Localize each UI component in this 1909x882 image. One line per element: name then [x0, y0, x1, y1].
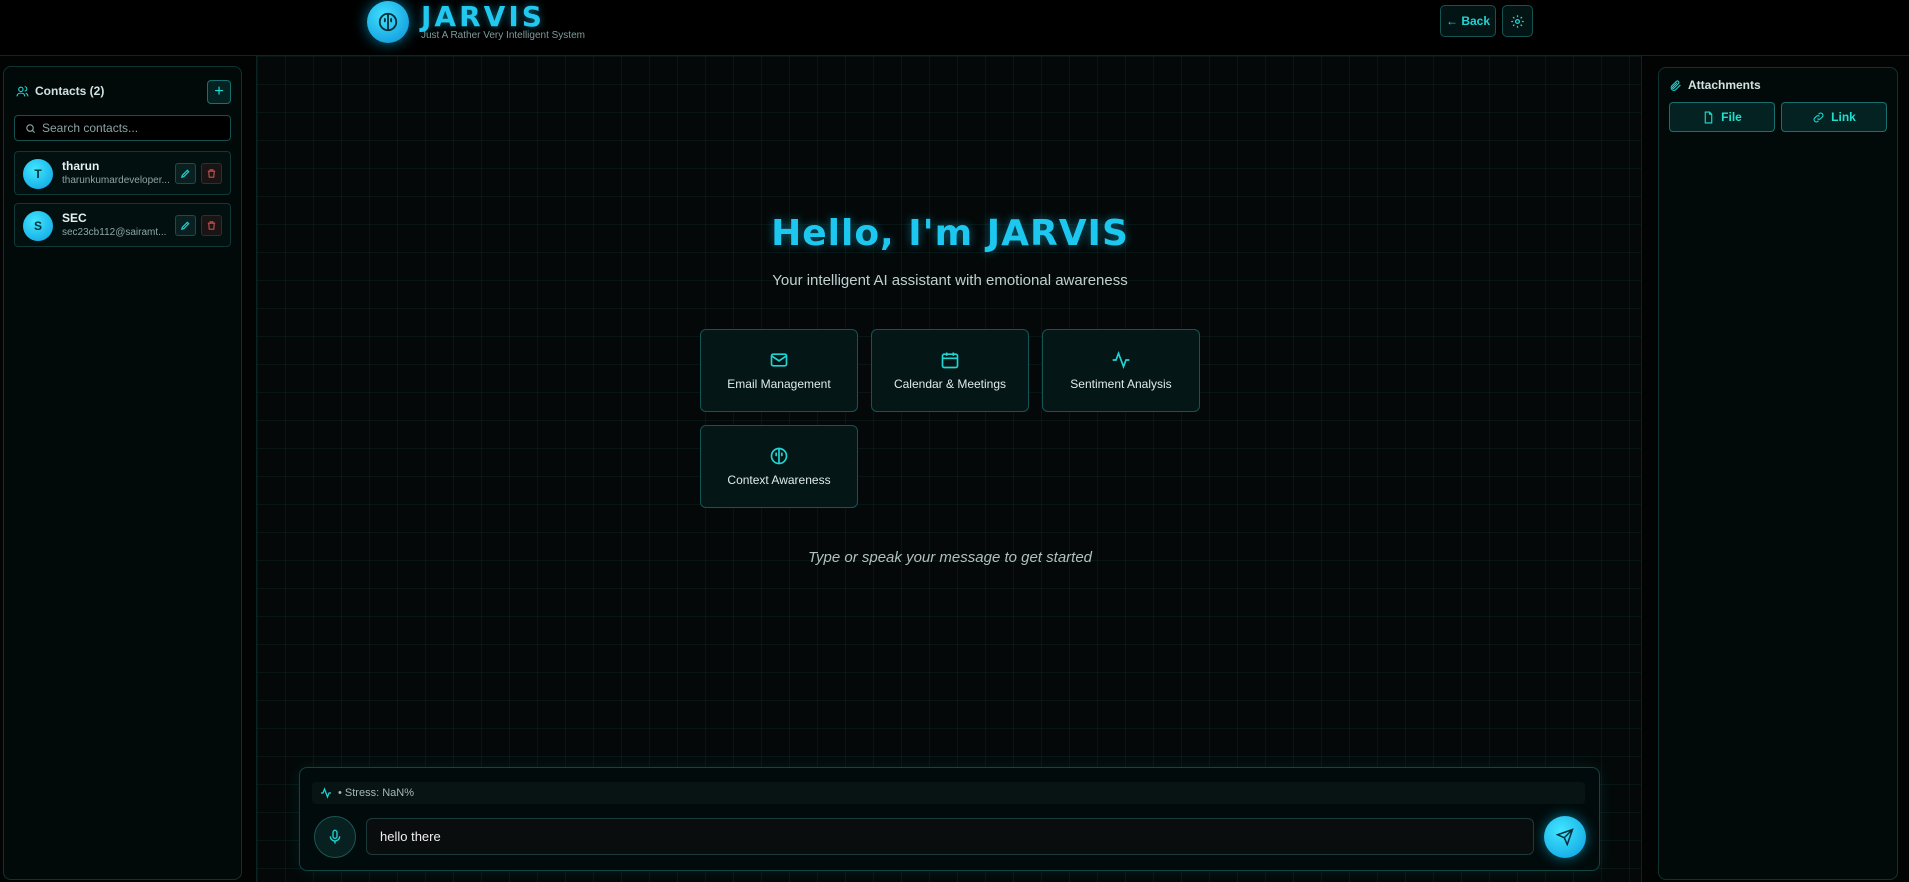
search-icon — [26, 123, 36, 133]
send-icon — [1556, 828, 1574, 846]
trash-icon — [207, 169, 216, 178]
brain-icon — [367, 1, 409, 43]
contact-email: tharunkumardeveloper... — [62, 175, 170, 186]
contacts-header: Contacts (2) — [16, 84, 104, 98]
stress-indicator: • Stress: NaN% — [312, 782, 1585, 804]
top-header: JARVIS Just A Rather Very Intelligent Sy… — [0, 0, 1909, 56]
activity-icon — [1112, 350, 1130, 370]
send-button[interactable] — [1544, 816, 1586, 858]
gear-icon — [1511, 14, 1524, 28]
message-composer: • Stress: NaN% — [299, 767, 1600, 871]
contacts-title: Contacts (2) — [35, 84, 105, 98]
app-title: JARVIS — [421, 0, 545, 33]
search-input[interactable] — [42, 121, 222, 135]
pencil-icon — [181, 169, 190, 178]
feature-label: Sentiment Analysis — [1070, 377, 1172, 391]
prompt-hint: Type or speak your message to get starte… — [807, 549, 1093, 566]
back-button[interactable]: ← Back — [1440, 5, 1496, 37]
tagline: Your intelligent AI assistant with emoti… — [772, 272, 1128, 289]
stress-text: • Stress: NaN% — [338, 787, 414, 799]
feature-label: Email Management — [727, 377, 831, 391]
message-input[interactable] — [366, 818, 1534, 855]
feature-label: Context Awareness — [727, 473, 831, 487]
calendar-icon — [941, 352, 959, 369]
microphone-icon — [329, 829, 341, 844]
delete-contact-button[interactable] — [201, 163, 222, 184]
feature-label: Calendar & Meetings — [893, 377, 1007, 391]
attach-link-button[interactable]: Link — [1781, 102, 1887, 132]
greeting-heading: Hello, I'm JARVIS — [771, 213, 1129, 254]
edit-contact-button[interactable] — [175, 163, 196, 184]
chat-area — [256, 56, 1642, 882]
feature-card-context[interactable]: Context Awareness — [700, 425, 858, 508]
attach-file-button[interactable]: File — [1669, 102, 1775, 132]
settings-button[interactable] — [1502, 5, 1533, 37]
file-label: File — [1721, 110, 1742, 124]
brain-icon — [770, 447, 788, 465]
link-label: Link — [1831, 110, 1856, 124]
users-icon — [16, 85, 29, 96]
app-subtitle: Just A Rather Very Intelligent System — [421, 30, 585, 41]
contact-item[interactable]: T tharun tharunkumardeveloper... — [14, 151, 231, 195]
contact-search[interactable] — [14, 115, 231, 141]
feature-card-email[interactable]: Email Management — [700, 329, 858, 412]
attachments-panel: Attachments File Link — [1658, 67, 1898, 880]
contact-name: tharun — [62, 159, 100, 173]
feature-card-sentiment[interactable]: Sentiment Analysis — [1042, 329, 1200, 412]
mail-icon — [770, 353, 788, 367]
file-icon — [1704, 111, 1713, 123]
paperclip-icon — [1670, 79, 1681, 91]
activity-icon — [321, 787, 331, 799]
feature-card-calendar[interactable]: Calendar & Meetings — [871, 329, 1029, 412]
microphone-button[interactable] — [314, 816, 356, 858]
attachments-header: Attachments — [1669, 78, 1761, 92]
link-icon — [1813, 112, 1824, 122]
contacts-sidebar: Contacts (2) + T tharun tharunkumardevel… — [3, 66, 242, 880]
add-contact-button[interactable]: + — [207, 80, 231, 104]
attachments-title: Attachments — [1688, 78, 1761, 92]
avatar: T — [23, 159, 53, 189]
